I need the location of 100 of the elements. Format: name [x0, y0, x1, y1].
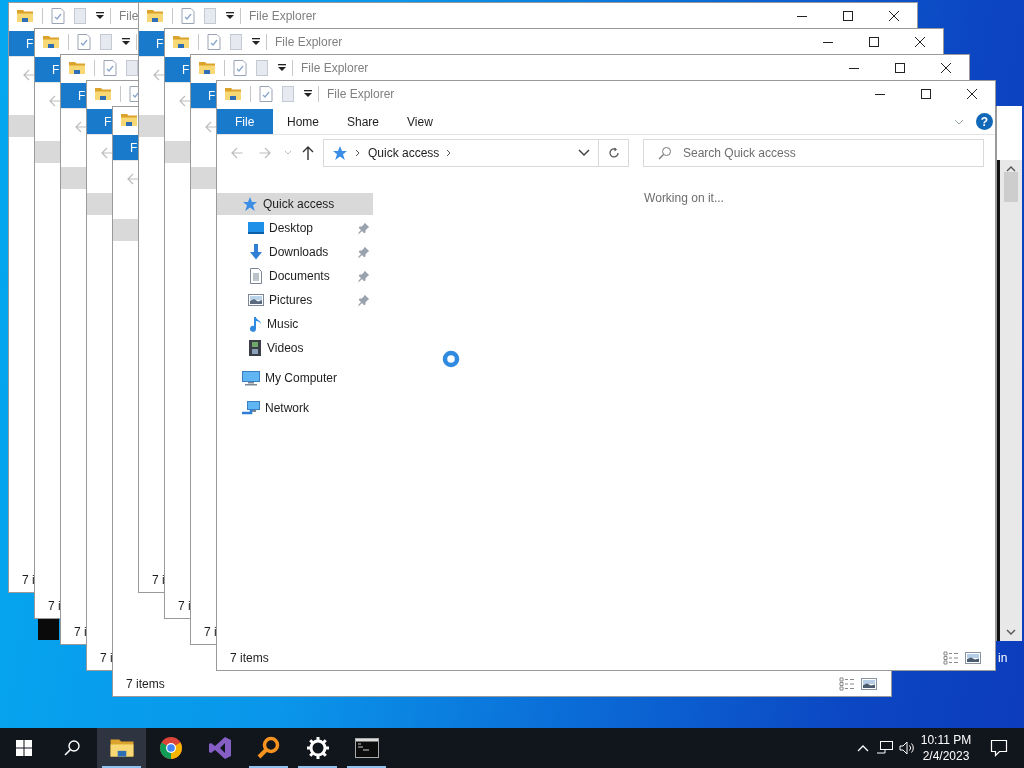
file-menu-tab[interactable]: F [35, 57, 61, 82]
address-bar[interactable]: Quick access [323, 139, 599, 167]
scroll-up-icon[interactable] [1006, 166, 1016, 172]
file-menu-tab[interactable]: F [165, 57, 191, 82]
desktop-icon [248, 221, 264, 235]
refresh-icon [607, 147, 620, 159]
file-menu-tab[interactable]: F [113, 135, 139, 160]
scrollbar[interactable] [997, 160, 1022, 641]
chevron-icon [355, 149, 361, 157]
scroll-down-icon[interactable] [1006, 629, 1016, 635]
back-arrow-icon[interactable] [179, 95, 191, 107]
file-menu-tab[interactable]: File [217, 109, 273, 134]
checked-document-icon [259, 86, 273, 102]
settings-icon [306, 737, 329, 759]
folder-icon [199, 61, 215, 75]
nav-item[interactable]: Videos [217, 337, 373, 359]
details-view-icon[interactable] [839, 677, 855, 691]
file-menu-tab[interactable]: F [191, 83, 217, 108]
clock-time: 10:11 PM [920, 732, 972, 748]
folder-icon [43, 35, 59, 49]
nav-item[interactable]: Documents [217, 265, 373, 287]
file-menu-tab[interactable]: F [139, 31, 165, 56]
maximize-icon [921, 89, 931, 99]
clock-date: 2/4/2023 [922, 748, 970, 764]
back-arrow-icon[interactable] [75, 121, 87, 133]
windows-logo-icon [16, 740, 32, 756]
notification-icon[interactable] [990, 739, 1008, 757]
document-icon [256, 60, 268, 76]
recent-locations-icon[interactable] [284, 150, 292, 156]
large-icons-view-icon[interactable] [965, 651, 981, 665]
large-icons-view-icon[interactable] [861, 677, 877, 691]
close-icon [889, 11, 899, 21]
item-count: 7 i [178, 599, 191, 613]
nav-item[interactable]: Quick access [217, 193, 373, 215]
close-icon [941, 63, 951, 73]
item-count: 7 i [100, 651, 113, 665]
ribbon-tab[interactable]: View [393, 109, 447, 134]
back-arrow-icon[interactable] [127, 173, 139, 185]
nav-item[interactable] [9, 115, 35, 137]
folder-icon [173, 35, 189, 49]
search-icon [64, 740, 80, 756]
shortcut-icon[interactable] [38, 618, 59, 640]
back-arrow-icon[interactable] [205, 121, 217, 133]
nav-item[interactable] [61, 167, 87, 189]
nav-item[interactable] [139, 115, 165, 137]
chevron-down-icon[interactable] [954, 118, 964, 125]
nav-item[interactable]: Network [217, 397, 373, 419]
document-icon [74, 8, 86, 24]
ribbon-tab[interactable]: Share [333, 109, 394, 134]
nav-item[interactable] [35, 141, 61, 163]
document-icon [204, 8, 216, 24]
magnifier-icon [256, 736, 281, 760]
back-arrow-icon[interactable] [231, 147, 243, 159]
status-message: Working on it... [644, 191, 724, 205]
checked-document-icon [233, 60, 247, 76]
checked-document-icon [207, 34, 221, 50]
folder-icon [225, 87, 241, 101]
download-arrow-icon [248, 244, 264, 260]
forward-arrow-icon[interactable] [259, 147, 271, 159]
back-arrow-icon[interactable] [101, 147, 113, 159]
clock[interactable]: 10:11 PM 2/4/2023 [918, 728, 974, 768]
window-title: File Explorer [275, 35, 343, 49]
back-arrow-icon[interactable] [153, 69, 165, 81]
taskbar-app[interactable] [97, 728, 146, 768]
checked-document-icon [103, 60, 117, 76]
network-icon[interactable] [877, 741, 893, 755]
nav-item[interactable] [113, 219, 139, 241]
nav-item[interactable] [165, 141, 191, 163]
help-button[interactable]: ? [976, 113, 993, 130]
checked-document-icon [51, 8, 65, 24]
nav-item[interactable]: Downloads [217, 241, 373, 263]
file-menu-tab[interactable]: F [87, 109, 113, 134]
up-arrow-icon[interactable] [302, 146, 314, 160]
maximize-icon [869, 37, 879, 47]
refresh-button[interactable] [599, 139, 629, 167]
scrollbar-thumb[interactable] [1004, 172, 1018, 202]
dropdown-caret-icon [278, 64, 286, 72]
nav-item[interactable]: My Computer [217, 367, 373, 389]
pin-icon [358, 222, 370, 234]
nav-item[interactable]: Music [217, 313, 373, 335]
back-arrow-icon[interactable] [23, 69, 35, 81]
back-arrow-icon[interactable] [49, 95, 61, 107]
nav-item[interactable] [191, 167, 217, 189]
nav-item[interactable]: Desktop [217, 217, 373, 239]
dropdown-caret-icon [304, 90, 312, 98]
file-menu-tab[interactable]: F [9, 31, 35, 56]
window-title: File Explorer [301, 61, 369, 75]
item-count: 7 i [22, 573, 35, 587]
ribbon-tab[interactable]: Home [273, 109, 333, 134]
volume-icon[interactable] [899, 741, 915, 755]
file-menu-tab[interactable]: F [61, 83, 87, 108]
network-icon [242, 400, 260, 416]
computer-icon [242, 370, 260, 386]
document-icon [126, 60, 138, 76]
nav-item[interactable]: Pictures [217, 289, 373, 311]
details-view-icon[interactable] [943, 651, 959, 665]
nav-item[interactable] [87, 193, 113, 215]
chevron-up-icon[interactable] [857, 744, 869, 752]
desktop-icon-label: in [998, 651, 1008, 665]
breadcrumb-item[interactable]: Quick access [368, 146, 440, 160]
